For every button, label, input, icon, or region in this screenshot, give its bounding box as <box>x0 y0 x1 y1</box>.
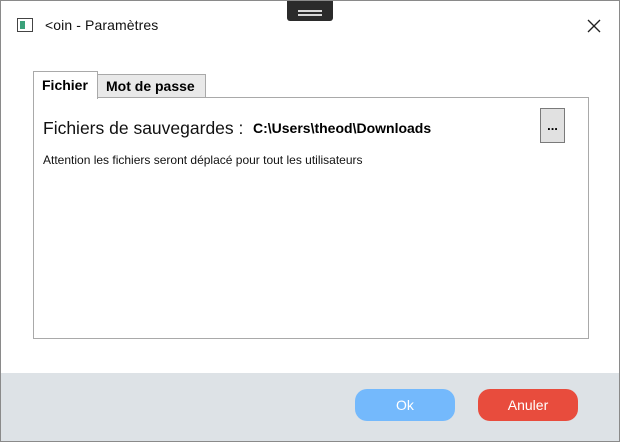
tab-fichier[interactable]: Fichier <box>33 71 98 99</box>
cancel-button[interactable]: Anuler <box>478 389 578 421</box>
close-button[interactable] <box>581 13 607 39</box>
backup-folder-path: C:\Users\theod\Downloads <box>253 120 432 136</box>
tab-mot-de-passe[interactable]: Mot de passe <box>98 74 206 98</box>
backup-folder-label: Fichiers de sauvegardes : <box>43 118 244 138</box>
ok-button[interactable]: Ok <box>355 389 455 421</box>
window-title: <oin - Paramètres <box>45 17 159 33</box>
warning-notice: Attention les fichiers seront déplacé po… <box>43 153 363 167</box>
browse-button[interactable]: ... <box>540 108 565 143</box>
settings-window: <oin - Paramètres Fichier Mot de passe F… <box>0 0 620 442</box>
window-app-icon <box>17 18 33 32</box>
dialog-footer: Ok Anuler <box>1 373 619 441</box>
snap-handle[interactable] <box>287 1 333 21</box>
fichier-panel: Fichiers de sauvegardes : C:\Users\theod… <box>33 97 589 339</box>
close-icon <box>587 19 601 33</box>
